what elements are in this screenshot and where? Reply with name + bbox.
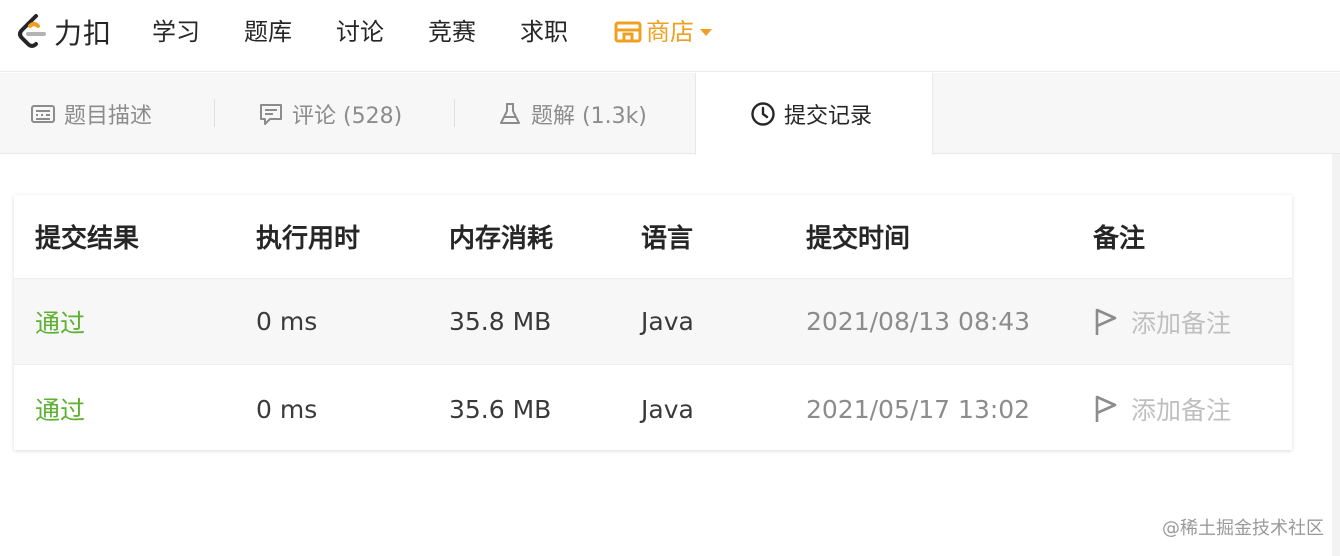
status-link[interactable]: 通过 <box>35 366 85 452</box>
logo-text: 力扣 <box>54 17 113 50</box>
nav-item-contest[interactable]: 竞赛 <box>428 14 476 50</box>
status-link[interactable]: 通过 <box>35 279 85 364</box>
tab-divider <box>214 99 215 127</box>
comment-icon <box>260 103 282 125</box>
tab-divider <box>454 99 455 127</box>
watermark: @稀土掘金技术社区 <box>1162 518 1324 539</box>
table-header: 提交结果 执行用时 内存消耗 语言 提交时间 备注 <box>14 195 1292 279</box>
chevron-down-icon <box>700 28 712 36</box>
header-language: 语言 <box>641 224 694 254</box>
store-icon <box>614 21 642 43</box>
runtime-value: 0 ms <box>256 394 318 424</box>
nav-item-jobs[interactable]: 求职 <box>520 14 568 50</box>
nav-item-problems[interactable]: 题库 <box>244 14 292 50</box>
tab-description-label: 题目描述 <box>64 103 153 129</box>
header-submitted: 提交时间 <box>806 224 911 254</box>
tab-submissions[interactable]: 提交记录 <box>695 73 933 155</box>
header-runtime: 执行用时 <box>256 224 361 254</box>
tab-solutions[interactable]: 题解 (1.3k) <box>497 73 695 154</box>
language-value: Java <box>641 394 694 424</box>
tab-comments[interactable]: 评论 (528) <box>258 73 456 154</box>
tab-description[interactable]: 题目描述 <box>30 73 216 154</box>
clock-icon <box>751 102 775 126</box>
add-note-button[interactable]: 添加备注 <box>1093 279 1231 364</box>
flask-icon <box>500 102 520 124</box>
add-note-label: 添加备注 <box>1131 308 1232 338</box>
table-row[interactable]: 通过 0 ms 35.8 MB Java 2021/08/13 08:43 添加… <box>14 279 1292 365</box>
flag-icon <box>1095 308 1117 335</box>
header-note: 备注 <box>1093 224 1146 254</box>
language-value: Java <box>641 307 694 336</box>
nav-item-learn[interactable]: 学习 <box>152 14 200 50</box>
nav-item-discuss[interactable]: 讨论 <box>336 14 384 50</box>
runtime-value: 0 ms <box>256 307 318 336</box>
leetcode-logo-icon <box>18 14 46 48</box>
add-note-button[interactable]: 添加备注 <box>1093 366 1231 452</box>
add-note-label: 添加备注 <box>1131 396 1232 425</box>
header-status: 提交结果 <box>35 224 140 254</box>
problem-tabs: 题目描述 评论 (528) 题解 (1.3k) 提交记录 <box>0 73 1340 155</box>
tab-comments-label: 评论 (528) <box>292 103 403 129</box>
flag-icon <box>1095 395 1117 422</box>
table-row[interactable]: 通过 0 ms 35.6 MB Java 2021/05/17 13:02 添加… <box>14 366 1292 452</box>
submitted-time: 2021/05/17 13:02 <box>806 394 1031 424</box>
submissions-table: 提交结果 执行用时 内存消耗 语言 提交时间 备注 通过 0 ms 35.8 M… <box>14 195 1292 450</box>
leetcode-logo[interactable]: 力扣 <box>14 10 112 54</box>
memory-value: 35.6 MB <box>449 394 552 424</box>
submitted-time: 2021/08/13 08:43 <box>806 307 1031 336</box>
description-icon <box>31 104 55 123</box>
nav-item-store[interactable]: 商店 <box>614 14 712 50</box>
tab-submissions-label: 提交记录 <box>784 104 873 129</box>
tab-solutions-label: 题解 (1.3k) <box>531 103 647 129</box>
header-memory: 内存消耗 <box>449 224 554 254</box>
top-navbar: 力扣 学习 题库 讨论 竞赛 求职 商店 <box>0 0 1340 72</box>
memory-value: 35.8 MB <box>449 307 552 336</box>
store-label: 商店 <box>646 18 694 46</box>
scroll-gutter <box>1332 154 1340 556</box>
